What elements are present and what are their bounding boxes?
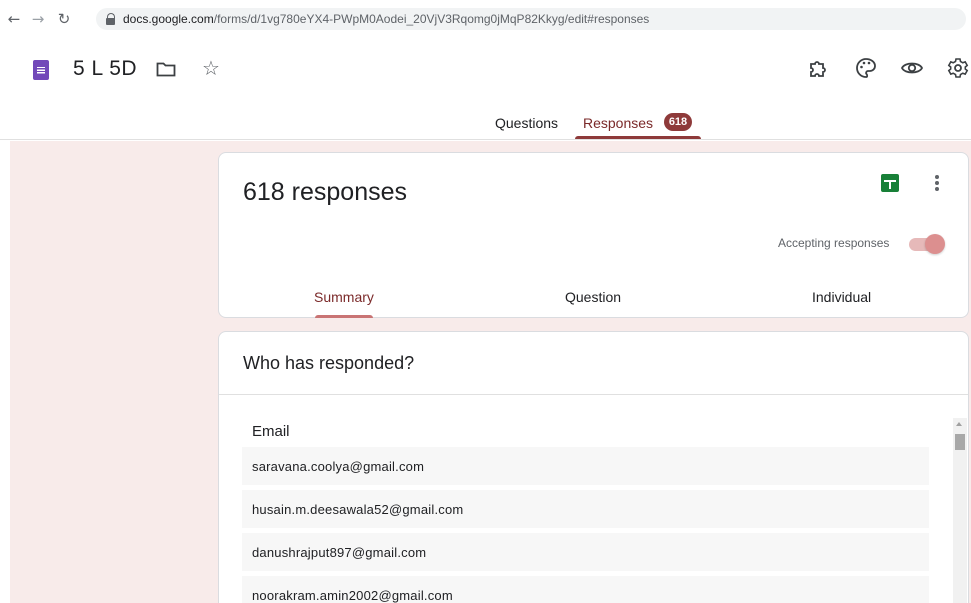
list-item: husain.m.deesawala52@gmail.com <box>242 490 929 528</box>
responses-summary-card: 618 responses Accepting responses Summar… <box>218 152 969 318</box>
back-arrow-icon[interactable]: ← <box>4 9 24 29</box>
url-path: /forms/d/1vg780eYX4-PWpM0Aodei_20VjV3Rqo… <box>213 12 650 26</box>
forms-logo-icon[interactable] <box>33 60 49 80</box>
email-list: saravana.coolya@gmail.com husain.m.deesa… <box>242 447 929 603</box>
scroll-thumb[interactable] <box>955 434 965 450</box>
addon-puzzle-icon[interactable] <box>806 56 830 80</box>
browser-toolbar: ← → ↻ docs.google.com /forms/d/1vg780eYX… <box>0 0 971 38</box>
responses-count-badge: 618 <box>664 113 692 131</box>
form-title[interactable]: 5 L 5D <box>73 57 137 81</box>
subtab-question[interactable]: Question <box>565 289 621 305</box>
folder-icon[interactable] <box>156 61 176 77</box>
list-item: saravana.coolya@gmail.com <box>242 447 929 485</box>
subtab-summary[interactable]: Summary <box>314 289 374 305</box>
star-icon[interactable]: ☆ <box>202 56 220 80</box>
sheets-icon[interactable] <box>881 174 899 192</box>
accepting-responses-label: Accepting responses <box>778 236 890 250</box>
url-host: docs.google.com <box>123 12 214 26</box>
address-bar[interactable]: docs.google.com /forms/d/1vg780eYX4-PWpM… <box>96 8 966 30</box>
scroll-up-arrow-icon[interactable] <box>956 422 962 426</box>
reload-icon[interactable]: ↻ <box>54 9 74 29</box>
palette-icon[interactable] <box>854 56 878 80</box>
accepting-responses-toggle[interactable] <box>907 234 945 254</box>
who-responded-title: Who has responded? <box>243 353 415 373</box>
main-tabs: Questions Responses <box>0 100 971 140</box>
lock-icon <box>106 13 116 25</box>
list-item: danushrajput897@gmail.com <box>242 533 929 571</box>
list-item: noorakram.amin2002@gmail.com <box>242 576 929 603</box>
subtab-individual[interactable]: Individual <box>812 289 871 305</box>
tab-responses[interactable]: Responses <box>583 115 653 131</box>
email-list-scrollbar[interactable] <box>953 418 967 603</box>
who-responded-card: Who has responded? Email saravana.coolya… <box>218 331 969 603</box>
tab-questions[interactable]: Questions <box>495 115 558 131</box>
active-subtab-indicator <box>315 315 373 318</box>
responses-count-title: 618 responses <box>243 178 408 206</box>
divider <box>219 394 968 395</box>
more-vert-icon[interactable] <box>933 173 941 193</box>
forward-arrow-icon[interactable]: → <box>28 9 48 29</box>
preview-eye-icon[interactable] <box>900 56 924 80</box>
settings-gear-icon[interactable] <box>946 56 970 80</box>
email-column-header: Email <box>252 423 290 440</box>
active-tab-indicator <box>575 136 701 139</box>
